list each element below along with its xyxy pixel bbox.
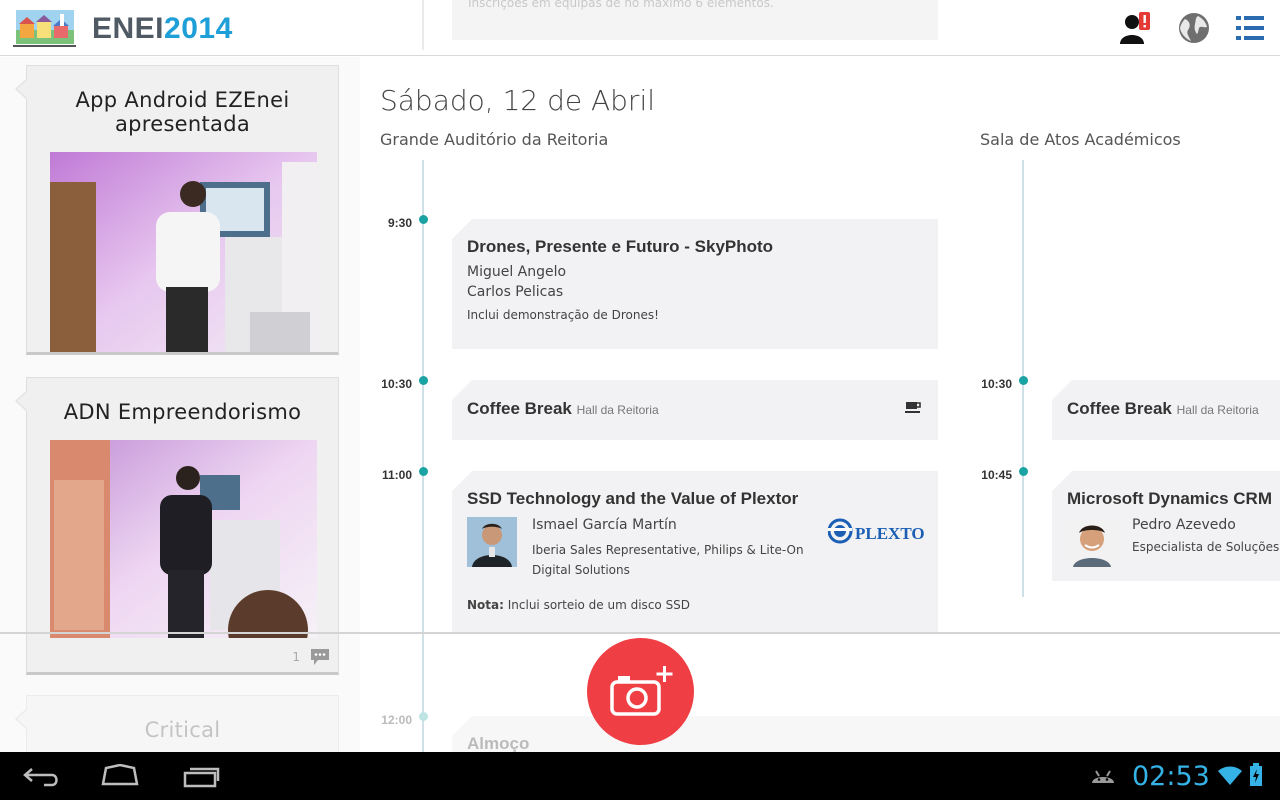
event-time: 12:00 — [381, 713, 412, 727]
coffee-cup-icon — [905, 402, 921, 413]
plextor-logo-icon: PLEXTOR — [828, 518, 924, 544]
news-card-title: ADN Empreendorismo — [63, 400, 302, 424]
speaker-name: Ismael García Martín — [532, 517, 677, 533]
app-title: ENEI2014 — [92, 12, 233, 45]
back-icon[interactable] — [22, 766, 62, 788]
comment-icon[interactable] — [310, 648, 330, 666]
event-card[interactable]: Microsoft Dynamics CRM Pedro Azevedo Esp… — [1052, 471, 1280, 581]
add-photo-icon — [610, 666, 673, 716]
bottom-divider — [0, 632, 1280, 634]
event-card[interactable]: Coffee Break Hall da Reitoria — [1052, 380, 1280, 440]
timeline-dot — [419, 376, 428, 385]
event-location: Hall da Reitoria — [1176, 403, 1259, 417]
wifi-icon — [1218, 766, 1242, 785]
speaker-photo — [467, 517, 517, 567]
home-icon[interactable] — [100, 764, 140, 788]
event-title: SSD Technology and the Value of Plextor — [467, 489, 799, 508]
event-time: 10:45 — [981, 468, 1012, 482]
event-card[interactable]: SSD Technology and the Value of Plextor … — [452, 471, 938, 632]
schedule-day-title: Sábado, 12 de Abril — [380, 84, 655, 117]
event-title: Coffee Break — [467, 399, 572, 418]
timeline-dot — [419, 467, 428, 476]
event-title: Coffee Break — [1067, 399, 1172, 418]
event-title: Microsoft Dynamics CRM — [1067, 489, 1272, 508]
timeline-scrolled — [422, 0, 424, 50]
event-time: 10:30 — [981, 377, 1012, 391]
timeline-dot — [1019, 467, 1028, 476]
sponsor-name: PLEXTOR — [855, 524, 924, 543]
comment-count: 1 — [292, 650, 300, 664]
news-card-title: App Android EZEnei apresentada — [75, 88, 290, 136]
event-note: Inclui demonstração de Drones! — [467, 308, 659, 322]
timeline-dot — [419, 712, 428, 721]
event-time: 10:30 — [381, 377, 412, 391]
scrolled-event-text: Inscrições em equipas de no máximo 6 ele… — [468, 0, 774, 10]
globe-icon[interactable] — [1176, 10, 1212, 46]
news-photo[interactable] — [50, 152, 317, 352]
event-card[interactable]: Drones, Presente e Futuro - SkyPhoto Mig… — [452, 219, 938, 349]
news-photo[interactable] — [50, 440, 317, 638]
speaker-name: Pedro Azevedo — [1132, 517, 1236, 533]
news-card-title: Critical — [144, 718, 221, 742]
event-note: Inclui sorteio de um disco SSD — [507, 598, 691, 612]
speaker-name: Carlos Pelicas — [467, 284, 564, 300]
event-card[interactable]: Almoço — [452, 716, 1280, 752]
note-label: Nota: — [467, 598, 504, 612]
speaker-photo — [1067, 517, 1117, 567]
scrolled-event-card: Inscrições em equipas de no máximo 6 ele… — [452, 0, 938, 40]
speaker-role: Iberia Sales Representative, Philips & L… — [532, 543, 804, 577]
app-bar: Inscrições em equipas de no máximo 6 ele… — [0, 0, 1280, 56]
timeline-dot — [1019, 376, 1028, 385]
event-time: 11:00 — [381, 468, 412, 482]
timeline-dot — [419, 215, 428, 224]
event-time: 9:30 — [387, 216, 412, 230]
system-navigation-bar: 02:53 — [0, 752, 1280, 800]
battery-icon — [1250, 763, 1262, 786]
news-card[interactable]: App Android EZEnei apresentada — [15, 65, 339, 355]
event-location: Hall da Reitoria — [576, 403, 659, 417]
enei-logo-icon[interactable] — [10, 6, 78, 48]
news-card[interactable]: Critical — [15, 695, 339, 752]
event-title: Drones, Presente e Futuro - SkyPhoto — [467, 237, 774, 256]
room-label: Sala de Atos Académicos — [980, 130, 1181, 149]
profile-alert-icon[interactable] — [1118, 10, 1154, 46]
speaker-name: Miguel Angelo — [467, 264, 567, 280]
event-card[interactable]: Coffee Break Hall da Reitoria — [452, 380, 938, 440]
news-card[interactable]: ADN Empreendorismo 1 — [15, 377, 339, 675]
speaker-role: Especialista de Soluções CRM — [1132, 540, 1280, 554]
room-label: Grande Auditório da Reitoria — [380, 130, 609, 149]
add-photo-button[interactable] — [587, 638, 694, 745]
recent-apps-icon[interactable] — [182, 766, 220, 788]
list-menu-icon[interactable] — [1232, 10, 1268, 46]
event-title: Almoço — [467, 734, 530, 752]
news-feed[interactable]: App Android EZEnei apresentada ADN Empre… — [0, 57, 360, 752]
system-clock: 02:53 — [1132, 761, 1210, 792]
android-debug-icon — [1092, 770, 1114, 783]
timeline-line — [422, 160, 424, 752]
